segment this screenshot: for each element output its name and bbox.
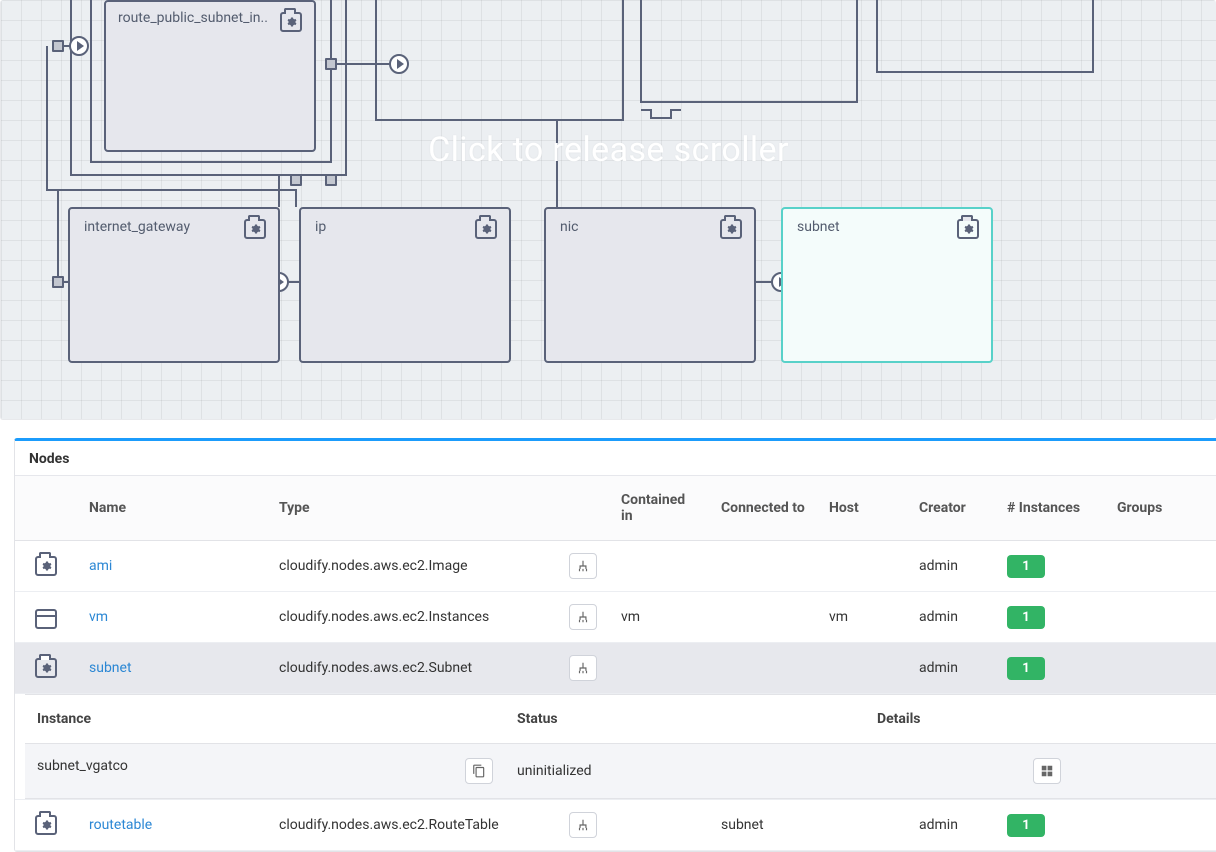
node-groups (1105, 541, 1216, 592)
gear-icon[interactable] (475, 219, 497, 239)
node-ip[interactable]: ip (299, 207, 511, 363)
node-nic[interactable]: nic (544, 207, 756, 363)
instance-table: Instance Status Details subnet_vgatco (25, 694, 1216, 799)
node-groups (1105, 643, 1216, 694)
instance-status: uninitialized (505, 744, 865, 799)
node-type: cloudify.nodes.aws.ec2.Subnet (267, 643, 557, 694)
node-host (817, 800, 907, 851)
node-type: cloudify.nodes.aws.ec2.Image (267, 541, 557, 592)
node-host (817, 643, 907, 694)
node-type-icon (15, 800, 77, 851)
node-name-link[interactable]: vm (89, 609, 108, 625)
node-type-icon (15, 592, 77, 643)
instances-badge: 1 (1007, 657, 1045, 680)
node-creator: admin (907, 541, 995, 592)
col-connected-to[interactable]: Connected to (709, 476, 817, 541)
node-route-public-subnet[interactable]: route_public_subnet_in.. (104, 0, 316, 152)
node-type: cloudify.nodes.aws.ec2.Instances (267, 592, 557, 643)
node-connected-to (709, 541, 817, 592)
node-host: vm (817, 592, 907, 643)
col-contained-in[interactable]: Contained in (609, 476, 709, 541)
instances-badge: 1 (1007, 814, 1045, 837)
node-name-link[interactable]: subnet (89, 660, 132, 676)
node-title: nic (560, 219, 578, 235)
col-host[interactable]: Host (817, 476, 907, 541)
node-groups (1105, 800, 1216, 851)
hierarchy-button[interactable] (569, 604, 597, 630)
instance-row[interactable]: subnet_vgatco uninitialized (25, 744, 1216, 799)
topology-canvas[interactable]: route_public_subnet_in.. internet_gatewa… (0, 0, 1216, 420)
node-connected-to (709, 643, 817, 694)
node-creator: admin (907, 592, 995, 643)
hierarchy-button[interactable] (569, 655, 597, 681)
nodes-table: Name Type Contained in Connected to Host… (15, 476, 1216, 851)
node-type: cloudify.nodes.aws.ec2.RouteTable (267, 800, 557, 851)
node-title: ip (315, 219, 326, 235)
node-name-link[interactable]: routetable (89, 817, 152, 833)
instance-id: subnet_vgatco (37, 758, 128, 774)
gear-icon[interactable] (280, 12, 302, 32)
gear-icon[interactable] (957, 219, 979, 239)
col-instance: Instance (25, 695, 505, 744)
node-type-icon (15, 541, 77, 592)
table-row[interactable]: subnet cloudify.nodes.aws.ec2.Subnet adm… (15, 643, 1216, 694)
col-status: Status (505, 695, 865, 744)
node-subnet[interactable]: subnet (781, 207, 993, 363)
node-creator: admin (907, 800, 995, 851)
node-connected-to: subnet (709, 800, 817, 851)
copy-button[interactable] (465, 758, 493, 784)
table-header-row: Name Type Contained in Connected to Host… (15, 476, 1216, 541)
node-contained-in (609, 541, 709, 592)
node-internet-gateway[interactable]: internet_gateway (68, 207, 280, 363)
col-name[interactable]: Name (77, 476, 267, 541)
instances-badge: 1 (1007, 555, 1045, 578)
instances-badge: 1 (1007, 606, 1045, 629)
table-row[interactable]: vm cloudify.nodes.aws.ec2.Instances vm v… (15, 592, 1216, 643)
instance-panel-row: Instance Status Details subnet_vgatco (15, 694, 1216, 800)
col-creator[interactable]: Creator (907, 476, 995, 541)
node-groups (1105, 592, 1216, 643)
node-title: subnet (797, 219, 840, 235)
col-details: Details (865, 695, 1216, 744)
node-title: internet_gateway (84, 219, 190, 235)
node-connected-to (709, 592, 817, 643)
node-contained-in (609, 800, 709, 851)
col-type[interactable]: Type (267, 476, 557, 541)
gear-icon[interactable] (244, 219, 266, 239)
hierarchy-button[interactable] (569, 553, 597, 579)
col-groups[interactable]: Groups (1105, 476, 1216, 541)
nodes-panel: Nodes Name Type Contained in Connected t… (14, 438, 1216, 852)
node-contained-in (609, 643, 709, 694)
table-row[interactable]: routetable cloudify.nodes.aws.ec2.RouteT… (15, 800, 1216, 851)
node-creator: admin (907, 643, 995, 694)
node-contained-in: vm (609, 592, 709, 643)
gear-icon[interactable] (720, 219, 742, 239)
node-type-icon (15, 643, 77, 694)
hierarchy-button[interactable] (569, 812, 597, 838)
table-row[interactable]: ami cloudify.nodes.aws.ec2.Image admin 1 (15, 541, 1216, 592)
panel-title: Nodes (15, 441, 1216, 476)
node-host (817, 541, 907, 592)
node-name-link[interactable]: ami (89, 558, 112, 574)
col-instances[interactable]: # Instances (995, 476, 1105, 541)
node-title: route_public_subnet_in.. (118, 10, 268, 26)
details-button[interactable] (1033, 758, 1061, 784)
